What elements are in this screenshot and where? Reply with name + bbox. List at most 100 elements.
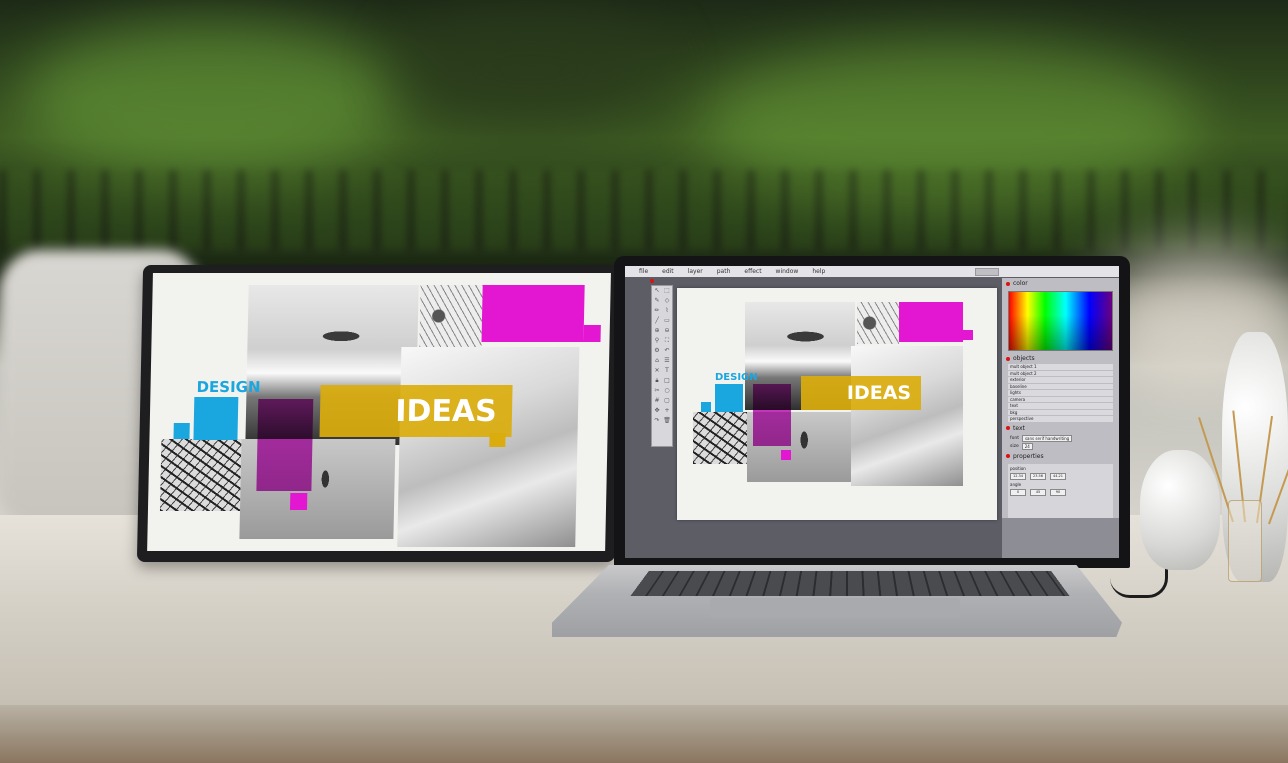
menu-file[interactable]: file xyxy=(639,268,648,275)
text-icon[interactable]: T xyxy=(663,367,671,375)
properties-section-header[interactable]: properties xyxy=(1002,451,1119,462)
tree-branch-photo xyxy=(693,412,747,464)
tree-branch-photo xyxy=(159,439,242,511)
magenta-square xyxy=(781,450,791,460)
font-field[interactable]: sans serif handwriting xyxy=(1021,434,1073,442)
circle-icon[interactable]: ○ xyxy=(663,387,671,395)
list-item[interactable]: text xyxy=(1008,403,1113,409)
color-heading: color xyxy=(1013,280,1028,287)
grid-icon[interactable]: # xyxy=(653,397,661,405)
window-control-box[interactable] xyxy=(975,268,999,276)
properties-box: position 12.34 23.56 44.21 angle 0 45 90 xyxy=(1008,463,1113,520)
laptop-trackpad xyxy=(710,598,960,618)
line-icon[interactable]: ╱ xyxy=(653,317,661,325)
home-icon[interactable]: ⌂ xyxy=(653,357,661,365)
frost-photo xyxy=(857,302,899,344)
list-item[interactable]: perspective xyxy=(1008,416,1113,422)
frame-icon[interactable]: ▢ xyxy=(663,397,671,405)
eraser-icon[interactable]: ▭ xyxy=(663,317,671,325)
position-x-field[interactable]: 12.34 xyxy=(1010,472,1026,480)
size-row: size 24 xyxy=(1010,442,1111,450)
position-z-field[interactable]: 44.21 xyxy=(1050,472,1066,480)
magenta-block xyxy=(899,302,963,342)
magenta-square xyxy=(289,493,308,510)
laptop-keyboard xyxy=(630,571,1070,596)
menu-edit[interactable]: edit xyxy=(662,268,674,275)
select-icon[interactable]: ⬚ xyxy=(663,287,671,295)
rect-icon[interactable]: □ xyxy=(663,377,671,385)
menu-window[interactable]: window xyxy=(776,268,799,275)
objects-section-header[interactable]: objects xyxy=(1002,353,1119,364)
angle-z-field[interactable]: 90 xyxy=(1050,488,1066,496)
photo-scene: DESIGN IDEAS file edit layer path effect… xyxy=(0,0,1288,763)
menu-bar: file edit layer path effect window help xyxy=(625,266,1119,277)
angle-label: angle xyxy=(1010,481,1022,487)
attic-room-photo xyxy=(397,347,580,547)
angle-y-field[interactable]: 45 xyxy=(1030,488,1046,496)
node-icon[interactable]: ◇ xyxy=(663,297,671,305)
menu-path[interactable]: path xyxy=(717,268,731,275)
foliage-blur xyxy=(400,10,660,130)
color-section-header[interactable]: color xyxy=(1002,278,1119,289)
text-heading: text xyxy=(1013,424,1025,432)
scissors-icon[interactable]: ✂ xyxy=(653,387,661,395)
cyan-square xyxy=(701,402,711,412)
undo-icon[interactable]: ↶ xyxy=(663,347,671,355)
arrow-icon[interactable]: ↖ xyxy=(653,287,661,295)
diffuser-bottle xyxy=(1228,500,1262,582)
color-spectrum-picker[interactable] xyxy=(1008,291,1113,351)
angle-x-field[interactable]: 0 xyxy=(1010,488,1026,496)
design-canvas[interactable]: DESIGN IDEAS xyxy=(677,288,997,520)
attic-room-photo xyxy=(851,346,963,486)
move-icon[interactable]: ✥ xyxy=(653,407,661,415)
position-y-field[interactable]: 23.56 xyxy=(1030,472,1046,480)
layers-icon[interactable]: ☰ xyxy=(663,357,671,365)
cyan-block xyxy=(193,397,239,440)
table-edge xyxy=(0,705,1288,763)
zoom-out-icon[interactable]: ⊖ xyxy=(663,327,671,335)
frost-photo xyxy=(419,285,483,347)
laptop-lid: file edit layer path effect window help … xyxy=(614,256,1130,568)
menu-help[interactable]: help xyxy=(812,268,825,275)
list-item[interactable]: mult object 1 xyxy=(1008,364,1113,370)
ideas-banner: IDEAS xyxy=(319,385,513,437)
list-item[interactable]: lights xyxy=(1008,390,1113,396)
menu-effect[interactable]: effect xyxy=(744,268,761,275)
position-row: 12.34 23.56 44.21 xyxy=(1010,472,1111,480)
plus-icon[interactable]: + xyxy=(663,407,671,415)
cyan-block xyxy=(715,384,743,412)
list-item[interactable]: bkg xyxy=(1008,409,1113,415)
dropper-icon[interactable]: ⚲ xyxy=(653,337,661,345)
font-label: font xyxy=(1010,435,1019,441)
gear-icon[interactable]: ⚙ xyxy=(653,347,661,355)
close-icon[interactable]: ✕ xyxy=(653,367,661,375)
menu-layer[interactable]: layer xyxy=(688,268,703,275)
objects-list: mult object 1 mult object 2 exterior bas… xyxy=(1008,364,1113,422)
text-section-header[interactable]: text xyxy=(1002,423,1119,434)
dot-icon xyxy=(1006,426,1010,430)
pen-icon[interactable]: ✎ xyxy=(653,297,661,305)
list-item[interactable]: mult object 2 xyxy=(1008,370,1113,376)
monitor-screen: DESIGN IDEAS xyxy=(147,273,611,551)
brush-icon[interactable]: ⌇ xyxy=(663,307,671,315)
objects-heading: objects xyxy=(1013,355,1035,362)
list-item[interactable]: baseline xyxy=(1008,383,1113,389)
cyan-square xyxy=(173,423,190,439)
bucket-icon[interactable]: ⛶ xyxy=(663,337,671,345)
external-monitor: DESIGN IDEAS xyxy=(136,265,622,562)
size-field[interactable]: 24 xyxy=(1021,442,1033,450)
lock-icon[interactable]: 🔒︎ xyxy=(653,377,661,385)
pencil-icon[interactable]: ✏ xyxy=(653,307,661,315)
properties-heading: properties xyxy=(1013,452,1044,460)
dot-icon xyxy=(1006,356,1010,361)
magenta-block xyxy=(481,285,585,342)
ideas-heading: IDEAS xyxy=(846,382,912,404)
redo-icon[interactable]: ↷ xyxy=(653,417,661,425)
list-item[interactable]: exterior xyxy=(1008,377,1113,383)
dot-icon xyxy=(1006,454,1010,458)
background-railing xyxy=(0,170,1288,250)
zoom-in-icon[interactable]: ⊕ xyxy=(653,327,661,335)
magenta-overlay xyxy=(753,384,791,446)
list-item[interactable]: camera xyxy=(1008,396,1113,402)
trash-icon[interactable]: 🗑︎ xyxy=(663,417,671,425)
